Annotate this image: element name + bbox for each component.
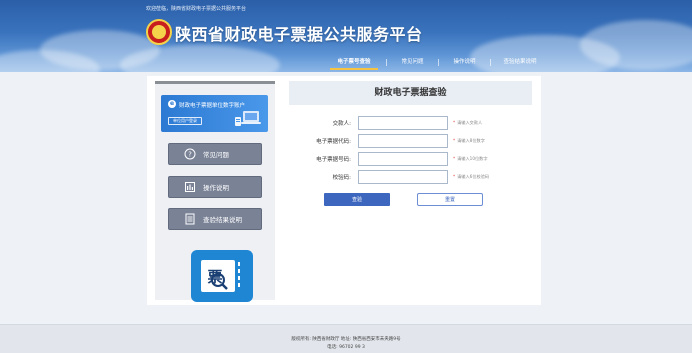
instruction-icon [184, 181, 196, 193]
faq-button-label: 常见问题 [203, 151, 229, 159]
site-title: 陕西省财政电子票据公共服务平台 [175, 25, 423, 44]
reset-button[interactable]: 重置 [417, 193, 483, 206]
unit-account-promo[interactable]: e 财政电子票据单位数字账户 单位用户登录 [161, 95, 268, 132]
document-icon [184, 213, 196, 225]
check-code-input[interactable] [358, 170, 448, 184]
ticket-code-label: 电子票据代码: [316, 139, 351, 145]
svg-text:?: ? [188, 151, 192, 159]
faq-button[interactable]: ? 常见问题 [168, 143, 262, 165]
footer-phone: 电话: 96702 99 3 [327, 345, 365, 350]
result-explanation-button[interactable]: 查验结果说明 [168, 208, 262, 230]
nav-item-instructions[interactable]: 操作说明 [439, 57, 490, 72]
ticket-glyph: 票 [207, 268, 222, 286]
check-code-hint: * 请输入6位校验码 [453, 174, 490, 179]
ticket-number-input[interactable] [358, 152, 448, 166]
footer: 版权所有: 陕西省财政厅 地址: 陕西省西安市未央路9号 电话: 96702 9… [0, 324, 692, 353]
footer-copyright: 版权所有: 陕西省财政厅 地址: 陕西省西安市未央路9号 [291, 337, 401, 342]
main-container: e 财政电子票据单位数字账户 单位用户登录 ? 常见问题 操作说明 查验结果说明… [147, 76, 541, 305]
national-emblem-icon [146, 19, 172, 45]
payer-label: 交款人: [332, 121, 351, 127]
ticket-number-hint: * 请输入10位数字 [453, 156, 488, 161]
nav-item-faq[interactable]: 常见问题 [387, 57, 438, 72]
payer-input[interactable] [358, 116, 448, 130]
promo-title: 财政电子票据单位数字账户 [179, 103, 246, 109]
welcome-text: 欢迎莅临，陕西省财政电子票据公共服务平台 [146, 6, 247, 12]
ticket-number-row: 电子票据号码: * 请输入10位数字 [289, 152, 534, 166]
main-nav: 电子票号查验 常见问题 操作说明 查验结果说明 [322, 57, 549, 72]
query-button[interactable]: 查验 [324, 193, 390, 206]
sidebar: e 财政电子票据单位数字账户 单位用户登录 ? 常见问题 操作说明 查验结果说明… [155, 81, 275, 302]
payer-hint: * 请输入交款人 [453, 120, 483, 125]
nav-item-ticket-verify[interactable]: 电子票号查验 [322, 57, 386, 72]
check-code-row: 校验码: * 请输入6位校验码 [289, 170, 534, 184]
instructions-button-label: 操作说明 [203, 184, 229, 192]
question-circle-icon: ? [184, 148, 196, 160]
form-title: 财政电子票据查验 [289, 81, 532, 105]
nav-item-result-explanation[interactable]: 查验结果说明 [491, 57, 549, 72]
header-banner: 欢迎莅临，陕西省财政电子票据公共服务平台 陕西省财政电子票据公共服务平台 电子票… [0, 0, 692, 72]
ticket-code-row: 电子票据代码: * 请输入8位数字 [289, 134, 534, 148]
result-explanation-label: 查验结果说明 [203, 216, 242, 224]
laptop-illustration-icon [235, 111, 261, 126]
ticket-search-icon[interactable]: 票 [191, 250, 253, 302]
ticket-number-label: 电子票据号码: [316, 157, 351, 163]
instructions-button[interactable]: 操作说明 [168, 176, 262, 198]
check-code-label: 校验码: [332, 175, 351, 181]
payer-row: 交款人: * 请输入交款人 [289, 116, 534, 130]
ticket-code-input[interactable] [358, 134, 448, 148]
ticket-code-hint: * 请输入8位数字 [453, 138, 485, 143]
account-icon: e [168, 100, 176, 108]
unit-login-button[interactable]: 单位用户登录 [168, 117, 202, 125]
